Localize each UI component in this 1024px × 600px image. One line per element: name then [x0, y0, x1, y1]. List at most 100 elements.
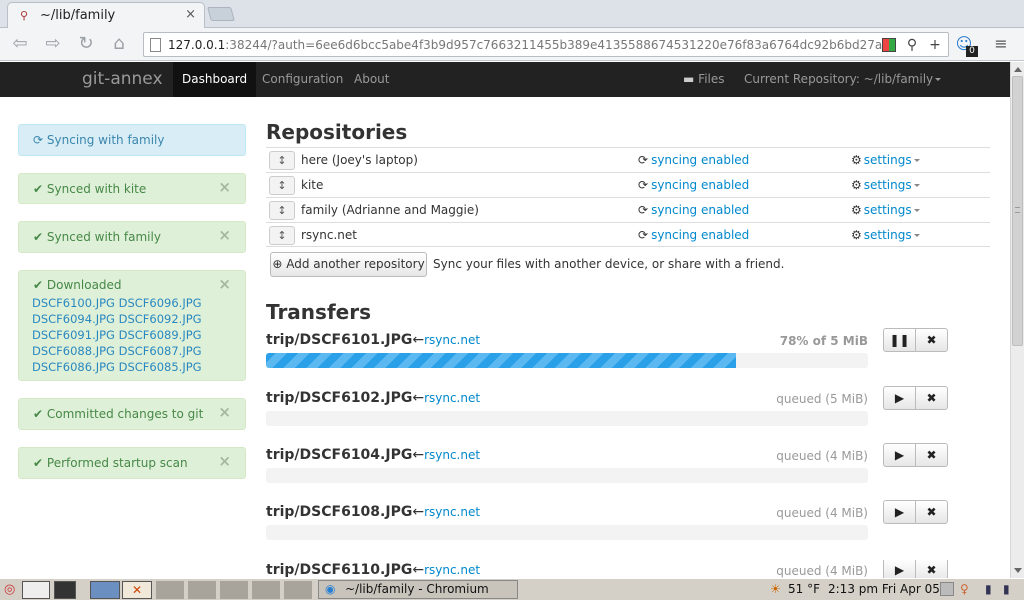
drag-handle-icon[interactable]: ↕ — [269, 176, 295, 195]
nav-dashboard[interactable]: Dashboard — [173, 62, 257, 97]
chevron-down-icon — [913, 234, 920, 237]
sync-icon: ⟳ — [638, 178, 649, 192]
check-icon: ✔ — [33, 278, 44, 292]
play-button[interactable]: ▶ — [883, 500, 916, 524]
progress-bar — [266, 468, 868, 483]
close-window-icon[interactable]: ✕ — [122, 581, 152, 599]
address-bar[interactable]: 127.0.0.1:38244/?auth=6ee6d6bcc5abe4f3b9… — [143, 32, 949, 57]
plus-circle-icon: ⊕ — [272, 257, 283, 271]
back-icon[interactable]: ⇦ — [8, 32, 32, 56]
play-button[interactable]: ▶ — [883, 560, 916, 578]
transfer-remote-link[interactable]: rsync.net — [424, 391, 480, 405]
close-icon: ✖ — [926, 563, 937, 577]
tab-close-icon[interactable]: × — [185, 7, 196, 22]
desktop-7-icon[interactable] — [220, 581, 248, 599]
drag-handle-icon[interactable]: ↕ — [269, 151, 295, 170]
transfers-overflow-clip: trip/DSCF6110.JPG←rsync.net queued (4 Mi… — [0, 560, 1010, 578]
cancel-button[interactable]: ✖ — [915, 386, 948, 410]
weather-temp: 51 °F — [788, 582, 820, 596]
transfers-heading: Transfers — [266, 300, 371, 324]
reload-icon[interactable]: ↻ — [74, 32, 98, 56]
transfer-remote-link[interactable]: rsync.net — [424, 448, 480, 462]
cancel-button[interactable]: ✖ — [915, 500, 948, 524]
table-row: ↕ kite ⟳ syncing enabled ⚙ settings — [266, 172, 990, 197]
cancel-button[interactable]: ✖ — [915, 443, 948, 467]
taskbar-task-chromium[interactable]: ◉ ~/lib/family - Chromium — [318, 580, 518, 599]
close-icon[interactable]: × — [218, 452, 231, 470]
repo-settings-link[interactable]: ⚙ settings — [851, 228, 920, 242]
nav-current-repository[interactable]: Current Repository: ~/lib/family — [744, 62, 942, 97]
desktop-1-icon[interactable] — [22, 581, 50, 599]
repo-settings-link[interactable]: ⚙ settings — [851, 203, 920, 217]
close-icon[interactable]: × — [218, 275, 231, 293]
transfer-remote-link[interactable]: rsync.net — [424, 563, 480, 577]
close-icon[interactable]: × — [218, 178, 231, 196]
scroll-up-icon[interactable] — [1014, 67, 1022, 72]
git-annex-favicon: ⚲ — [20, 9, 29, 22]
arrow-left-icon: ← — [412, 504, 425, 520]
notification-icon[interactable]: ♀ — [960, 582, 969, 596]
alert-syncing: ⟳ Syncing with family — [18, 124, 246, 156]
desktop-9-icon[interactable] — [284, 581, 312, 599]
alert-synced-family: ✔ Synced with family × — [18, 221, 246, 253]
scroll-down-icon[interactable] — [1014, 568, 1022, 573]
chromium-workspace-icon[interactable] — [90, 581, 120, 599]
cancel-button[interactable]: ✖ — [915, 560, 948, 578]
transfer-remote-link[interactable]: rsync.net — [424, 333, 480, 347]
play-button[interactable]: ▶ — [883, 443, 916, 467]
add-repository-hint: Sync your files with another device, or … — [433, 257, 785, 271]
menu-icon[interactable]: ≡ — [990, 32, 1012, 56]
add-repository-button[interactable]: ⊕ Add another repository — [270, 252, 427, 277]
sync-icon: ⟳ — [33, 133, 44, 147]
browser-tab[interactable]: ⚲ ~/lib/family × — [7, 2, 205, 28]
tray-icon[interactable] — [940, 582, 954, 596]
network-icon[interactable]: ▮ — [985, 582, 992, 596]
play-button[interactable]: ▶ — [883, 386, 916, 410]
table-row: ↕ family (Adrianne and Maggie) ⟳ syncing … — [266, 197, 990, 222]
repo-settings-link[interactable]: ⚙ settings — [851, 178, 920, 192]
page-scrollbar[interactable] — [1010, 62, 1024, 578]
transfer-status: queued (4 MiB) — [776, 564, 868, 578]
repo-sync-link[interactable]: ⟳ syncing enabled — [638, 178, 749, 192]
bookmark-add-icon[interactable]: + — [927, 37, 943, 53]
home-icon[interactable]: ⌂ — [107, 32, 131, 56]
color-extension-icon[interactable] — [882, 38, 896, 52]
cancel-button[interactable]: ✖ — [915, 328, 948, 352]
repositories-table: ↕ here (Joey's laptop) ⟳ syncing enabled … — [266, 147, 990, 247]
desktop-6-icon[interactable] — [188, 581, 216, 599]
brand[interactable]: git-annex — [82, 69, 163, 89]
close-icon[interactable]: × — [218, 403, 231, 421]
alert-synced-kite: ✔ Synced with kite × — [18, 173, 246, 204]
chevron-down-icon — [913, 184, 920, 187]
close-icon: ✖ — [926, 505, 937, 519]
repo-sync-link[interactable]: ⟳ syncing enabled — [638, 228, 749, 242]
nav-about[interactable]: About — [354, 62, 389, 97]
battery-icon[interactable]: ▮ — [1003, 582, 1010, 596]
desktop-8-icon[interactable] — [252, 581, 280, 599]
terminal-icon[interactable] — [54, 581, 76, 599]
check-icon: ✔ — [33, 182, 44, 196]
drag-handle-icon[interactable]: ↕ — [269, 226, 295, 245]
grip-icon — [1015, 207, 1020, 213]
play-icon: ▶ — [894, 505, 905, 519]
transfer-remote-link[interactable]: rsync.net — [424, 505, 480, 519]
drag-handle-icon[interactable]: ↕ — [269, 201, 295, 220]
repo-settings-link[interactable]: ⚙ settings — [851, 153, 920, 167]
repo-sync-link[interactable]: ⟳ syncing enabled — [638, 203, 749, 217]
desktop-5-icon[interactable] — [156, 581, 184, 599]
nav-configuration[interactable]: Configuration — [262, 62, 343, 97]
forward-icon[interactable]: ⇨ — [41, 32, 65, 56]
clock[interactable]: 2:13 pm Fri Apr 05 — [828, 582, 940, 596]
zoom-icon[interactable]: ⚲ — [904, 37, 920, 53]
debian-menu-icon[interactable]: ◎ — [4, 581, 18, 599]
repo-sync-link[interactable]: ⟳ syncing enabled — [638, 153, 749, 167]
downloaded-file-list[interactable]: DSCF6100.JPG DSCF6096.JPG DSCF6094.JPG D… — [32, 295, 232, 375]
close-icon[interactable]: × — [218, 226, 231, 244]
nav-files[interactable]: ▬ Files — [683, 62, 725, 97]
pause-button[interactable]: ❚❚ — [883, 328, 916, 352]
chevron-down-icon — [913, 159, 920, 162]
gear-icon: ⚙ — [851, 178, 862, 192]
new-tab-button[interactable] — [207, 7, 235, 21]
play-icon: ▶ — [894, 448, 905, 462]
check-icon: ✔ — [33, 230, 44, 244]
